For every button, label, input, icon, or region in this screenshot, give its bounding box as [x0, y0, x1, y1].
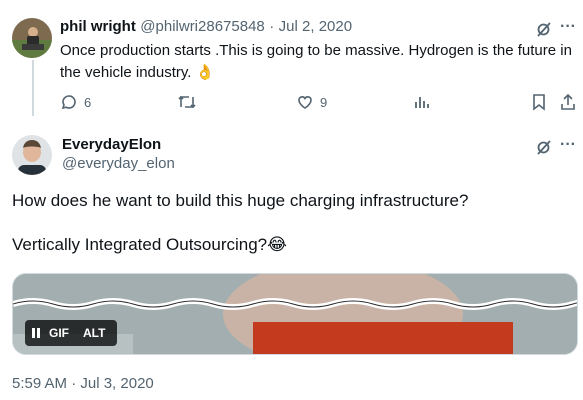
like-button[interactable]: 9: [296, 93, 327, 111]
ok-hand-emoji: 👌: [195, 64, 215, 81]
gif-badge: GIF: [49, 326, 69, 340]
thread-connector: [32, 60, 34, 116]
gif-controls: GIF ALT: [25, 320, 118, 346]
tweet-line-2-wrap: Vertically Integrated Outsourcing?😂: [12, 234, 572, 256]
avatar-image: [12, 18, 52, 58]
author-name[interactable]: EverydayElon: [62, 136, 175, 153]
tweet-line-1: How does he want to build this huge char…: [12, 191, 469, 210]
views-button[interactable]: [413, 93, 431, 111]
header-separator: ·: [269, 18, 275, 35]
tweet-date[interactable]: Jul 2, 2020: [279, 18, 352, 35]
avatar-image: [12, 135, 52, 175]
like-count: 9: [320, 94, 328, 110]
avatar-phil-wright[interactable]: [12, 18, 52, 58]
more-options-icon[interactable]: ···: [560, 136, 576, 154]
author-handle[interactable]: @philwri28675848: [140, 18, 264, 35]
reply-button[interactable]: 6: [60, 93, 91, 111]
bookmark-button[interactable]: [531, 93, 547, 111]
tweet-timestamp[interactable]: 5:59 AM · Jul 3, 2020: [12, 375, 154, 392]
tweet-body: Once production starts .This is going to…: [60, 42, 572, 81]
grok-icon[interactable]: [535, 138, 553, 156]
gif-media[interactable]: GIF ALT: [12, 273, 578, 355]
alt-badge[interactable]: ALT: [77, 326, 111, 340]
views-icon: [415, 97, 429, 108]
more-options-icon[interactable]: ···: [560, 18, 576, 36]
laughing-emoji: 😂: [267, 235, 288, 254]
retweet-icon: [178, 95, 196, 109]
reply-tweet-text: Once production starts .This is going to…: [60, 40, 572, 84]
tweet-line-2: Vertically Integrated Outsourcing?: [12, 235, 268, 254]
reply-tweet-header: phil wright @philwri28675848 · Jul 2, 20…: [60, 18, 530, 36]
main-tweet-text: How does he want to build this huge char…: [12, 190, 572, 256]
pause-icon[interactable]: [31, 327, 41, 339]
heart-icon: [298, 96, 312, 109]
bookmark-icon: [533, 94, 545, 111]
reply-count: 6: [84, 94, 92, 110]
retweet-button[interactable]: [177, 93, 197, 111]
author-name[interactable]: phil wright: [60, 18, 136, 35]
share-icon: [561, 93, 575, 110]
grok-icon[interactable]: [535, 20, 553, 38]
avatar-everydayelon[interactable]: [12, 135, 52, 175]
share-button[interactable]: [560, 93, 576, 111]
main-tweet-author: EverydayElon @everyday_elon: [62, 136, 175, 172]
author-handle[interactable]: @everyday_elon: [62, 155, 175, 172]
reply-icon: [61, 95, 76, 110]
